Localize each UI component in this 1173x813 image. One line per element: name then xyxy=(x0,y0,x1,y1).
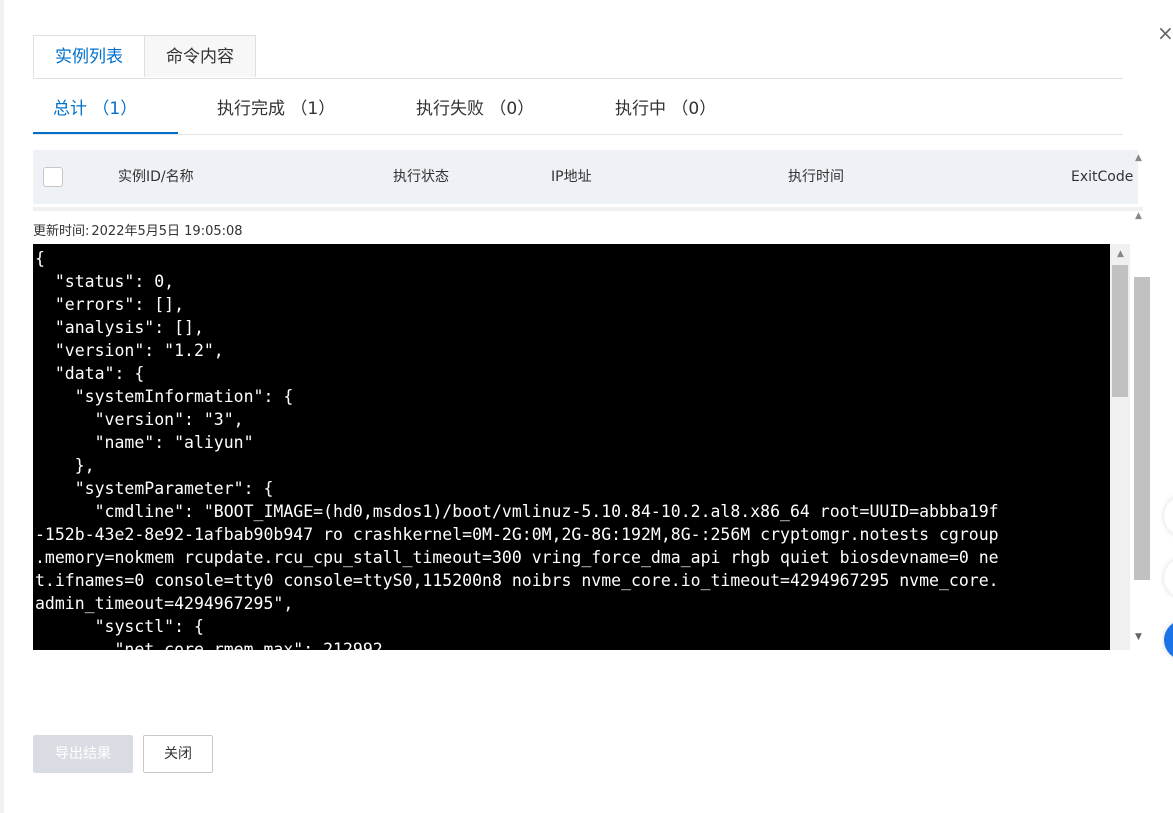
status-tabs: 总计 （1） 执行完成 （1） 执行失败 （0） 执行中 （0） xyxy=(33,88,1123,135)
panel-scroll-up-icon[interactable]: ▲ xyxy=(1135,211,1142,221)
status-tab-failed[interactable]: 执行失败 （0） xyxy=(416,88,534,132)
column-instance-id[interactable]: 实例ID/名称 xyxy=(118,150,194,204)
status-tab-total[interactable]: 总计 （1） xyxy=(33,88,178,134)
panel-scroll-down-icon[interactable]: ▼ xyxy=(1135,632,1142,642)
table-divider xyxy=(33,207,1143,211)
column-exit-code[interactable]: ExitCode xyxy=(1071,150,1133,204)
update-time: 更新时间: 2022年5月5日 19:05:08 xyxy=(33,220,243,239)
column-exec-status[interactable]: 执行状态 xyxy=(393,150,449,204)
column-exec-time[interactable]: 执行时间 xyxy=(788,150,844,204)
top-tabs: 实例列表 命令内容 xyxy=(33,35,256,78)
close-button[interactable]: 关闭 xyxy=(143,735,213,773)
command-output[interactable]: { "status": 0, "errors": [], "analysis":… xyxy=(33,244,1110,650)
status-tab-completed[interactable]: 执行完成 （1） xyxy=(217,88,335,132)
tab-command-content[interactable]: 命令内容 xyxy=(145,35,256,77)
table-header: 实例ID/名称 执行状态 IP地址 执行时间 ExitCode xyxy=(33,150,1138,204)
output-scroll-up-icon[interactable]: ▲ xyxy=(1117,249,1124,259)
status-tab-running[interactable]: 执行中 （0） xyxy=(615,88,716,132)
panel-scrollbar-thumb[interactable] xyxy=(1134,277,1150,580)
output-scrollbar-thumb[interactable] xyxy=(1112,265,1128,397)
table-scroll-up-icon[interactable]: ▲ xyxy=(1135,153,1142,163)
select-all-checkbox[interactable] xyxy=(43,167,63,187)
export-results-button[interactable]: 导出结果 xyxy=(33,735,133,773)
tab-instance-list[interactable]: 实例列表 xyxy=(33,35,145,77)
update-time-label: 更新时间: xyxy=(33,224,90,239)
column-ip-address[interactable]: IP地址 xyxy=(551,150,592,204)
close-icon[interactable]: × xyxy=(1157,23,1173,43)
update-time-value: 2022年5月5日 19:05:08 xyxy=(91,224,243,239)
command-output-text: { "status": 0, "errors": [], "analysis":… xyxy=(35,249,999,650)
tabs-divider xyxy=(33,78,1123,79)
